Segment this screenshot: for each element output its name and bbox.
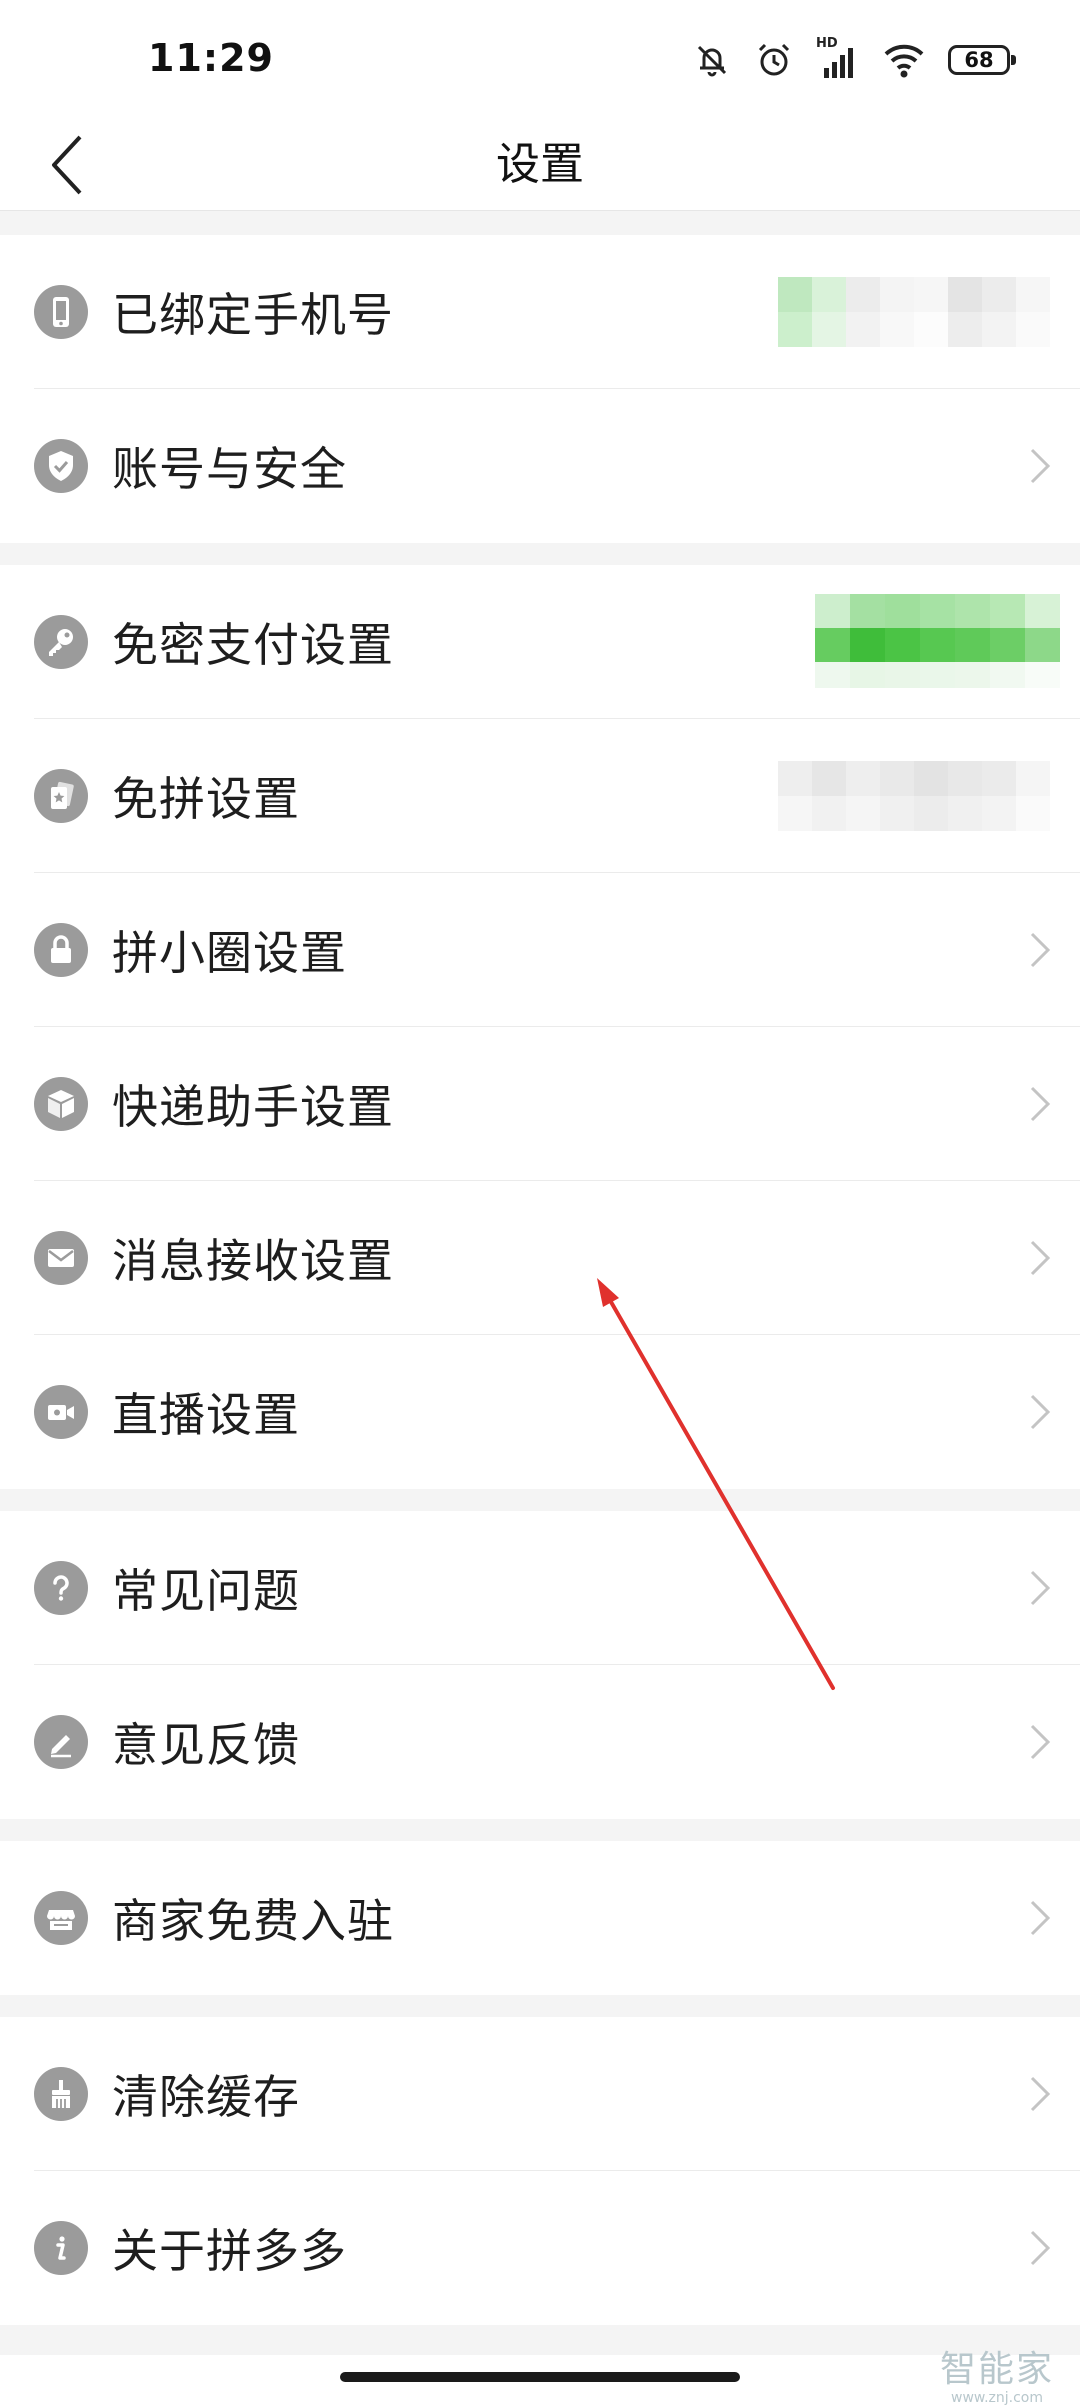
row-label: 免拼设置: [112, 772, 300, 826]
card-star-icon: [34, 769, 88, 823]
row-label: 意见反馈: [112, 1718, 300, 1772]
row-bound-phone[interactable]: 已绑定手机号: [0, 235, 1080, 389]
battery-icon: 68: [948, 45, 1016, 75]
row-about[interactable]: 关于拼多多: [0, 2171, 1080, 2325]
bell-muted-icon: [697, 45, 727, 77]
chevron-right-icon: [1030, 1240, 1051, 1276]
key-icon: [34, 615, 88, 669]
mail-icon: [34, 1231, 88, 1285]
settings-list: 已绑定手机号 账号与安全 免密支付设置 免拼设置 拼小圈设置 快递助手设置 消息…: [0, 211, 1080, 2355]
question-icon: [34, 1561, 88, 1615]
phone-icon: [34, 285, 88, 339]
pencil-icon: [34, 1715, 88, 1769]
chevron-right-icon: [1030, 1900, 1051, 1936]
row-label: 账号与安全: [112, 442, 347, 496]
chevron-right-icon: [1030, 1570, 1051, 1606]
store-icon: [34, 1891, 88, 1945]
brush-icon: [34, 2067, 88, 2121]
chevron-right-icon: [1030, 448, 1051, 484]
lock-icon: [34, 923, 88, 977]
section-gap: [0, 1995, 1080, 2017]
chevron-right-icon: [1030, 2076, 1051, 2112]
page-title: 设置: [496, 139, 584, 190]
wifi-icon: [884, 44, 924, 78]
row-label: 已绑定手机号: [112, 288, 394, 342]
chevron-right-icon: [1030, 1394, 1051, 1430]
section-gap: [0, 1819, 1080, 1841]
video-camera-icon: [34, 1385, 88, 1439]
row-label: 商家免费入驻: [112, 1894, 394, 1948]
row-label: 常见问题: [112, 1564, 300, 1618]
row-label: 清除缓存: [112, 2070, 300, 2124]
row-label: 消息接收设置: [112, 1234, 394, 1288]
row-live-stream[interactable]: 直播设置: [0, 1335, 1080, 1489]
section-gap: [0, 1489, 1080, 1511]
cell-signal-icon: HD: [816, 36, 860, 80]
shield-check-icon: [34, 439, 88, 493]
section-gap: [0, 543, 1080, 565]
section-gap: [0, 2325, 1080, 2355]
blurred-payment-status: [815, 594, 1080, 688]
row-label: 直播设置: [112, 1388, 300, 1442]
chevron-right-icon: [1030, 1724, 1051, 1760]
row-label: 免密支付设置: [112, 618, 394, 672]
row-clear-cache[interactable]: 清除缓存: [0, 2017, 1080, 2171]
blurred-free-group-status: [778, 761, 1080, 831]
row-faq[interactable]: 常见问题: [0, 1511, 1080, 1665]
chevron-right-icon: [1030, 2230, 1051, 2266]
status-bar: 11:29 HD 68: [0, 0, 1080, 120]
row-circle[interactable]: 拼小圈设置: [0, 873, 1080, 1027]
row-message-receive[interactable]: 消息接收设置: [0, 1181, 1080, 1335]
package-icon: [34, 1077, 88, 1131]
watermark-url: www.znj.com: [951, 2390, 1043, 2406]
battery-level: 68: [964, 48, 994, 72]
row-merchant-join[interactable]: 商家免费入驻: [0, 1841, 1080, 1995]
info-icon: [34, 2221, 88, 2275]
row-free-group[interactable]: 免拼设置: [0, 719, 1080, 873]
nav-bar: 设置: [0, 120, 1080, 211]
row-account-security[interactable]: 账号与安全: [0, 389, 1080, 543]
alarm-clock-icon: [758, 43, 790, 76]
status-time: 11:29: [148, 36, 274, 80]
home-indicator[interactable]: [340, 2372, 740, 2382]
row-feedback[interactable]: 意见反馈: [0, 1665, 1080, 1819]
row-label: 拼小圈设置: [112, 926, 347, 980]
blurred-phone-number: [778, 277, 1080, 347]
row-password-free-payment[interactable]: 免密支付设置: [0, 565, 1080, 719]
status-icons: HD 68: [692, 36, 1016, 84]
row-label: 关于拼多多: [112, 2224, 347, 2278]
row-delivery-assistant[interactable]: 快递助手设置: [0, 1027, 1080, 1181]
chevron-right-icon: [1030, 932, 1051, 968]
watermark: 智能家 www.znj.com: [940, 2340, 1054, 2406]
chevron-right-icon: [1030, 1086, 1051, 1122]
row-label: 快递助手设置: [112, 1080, 394, 1134]
watermark-name: 智能家: [939, 2349, 1054, 2390]
section-gap: [0, 211, 1080, 235]
